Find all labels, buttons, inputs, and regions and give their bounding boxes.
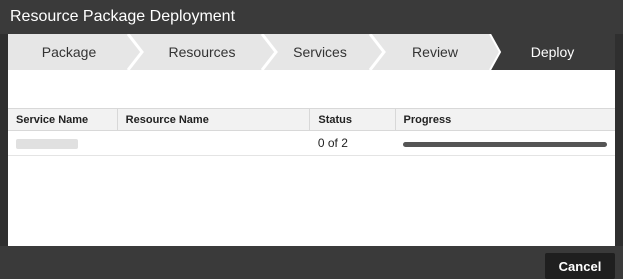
column-header-status[interactable]: Status [309, 108, 396, 131]
step-package[interactable]: Package [8, 34, 130, 70]
table-header-row: Service Name Resource Name Status Progre… [8, 108, 615, 131]
step-services[interactable]: Services [272, 34, 368, 70]
dialog-footer [0, 246, 623, 279]
step-label: Deploy [530, 44, 575, 60]
table-row[interactable]: 0 of 2 [8, 130, 615, 156]
progress-bar [403, 141, 607, 147]
cell-service-name [8, 130, 118, 156]
cancel-button[interactable]: Cancel [545, 253, 615, 279]
content-area: Service Name Resource Name Status Progre… [8, 70, 615, 246]
wizard-steps: Package Resources Services Review Deploy [8, 34, 615, 70]
step-resources[interactable]: Resources [138, 34, 266, 70]
deployment-dialog: Resource Package Deployment Package Reso… [0, 0, 623, 279]
redacted-service-name [16, 138, 78, 149]
step-label: Review [412, 44, 458, 60]
column-header-service-name[interactable]: Service Name [8, 108, 118, 131]
cell-progress [395, 130, 615, 156]
title-bar: Resource Package Deployment [0, 0, 623, 34]
step-label: Services [293, 44, 347, 60]
deployment-table: Service Name Resource Name Status Progre… [8, 108, 615, 156]
cell-resource-name [117, 130, 310, 156]
cell-status: 0 of 2 [309, 130, 395, 156]
column-header-progress[interactable]: Progress [395, 108, 615, 131]
dialog-title: Resource Package Deployment [10, 8, 236, 25]
step-active-arrow-icon [484, 34, 502, 70]
step-label: Resources [168, 44, 236, 60]
step-deploy[interactable]: Deploy [490, 34, 615, 70]
column-header-resource-name[interactable]: Resource Name [117, 108, 311, 131]
step-label: Package [41, 44, 97, 60]
step-review[interactable]: Review [380, 34, 490, 70]
